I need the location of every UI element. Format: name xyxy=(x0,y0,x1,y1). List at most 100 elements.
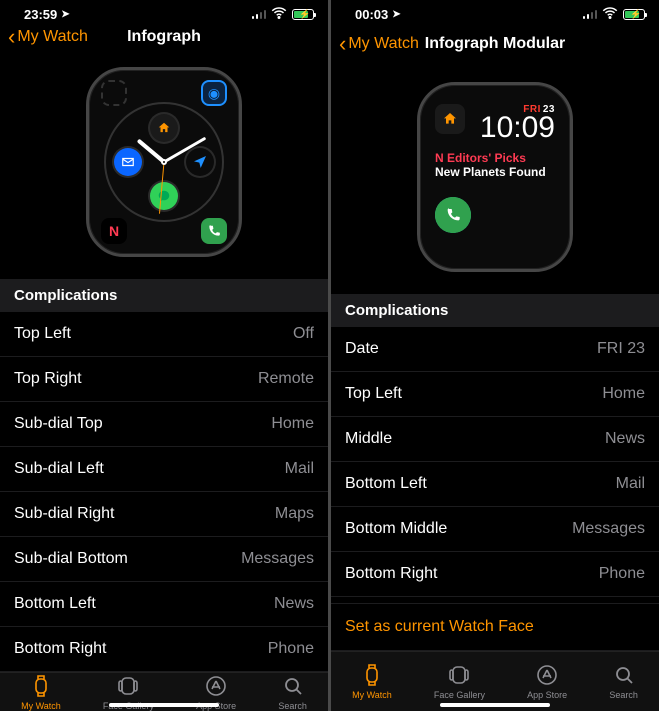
row-value: Messages xyxy=(572,520,645,538)
set-watch-face-button[interactable]: Set as current Watch Face xyxy=(331,603,659,651)
status-bar: 00:03 ➤ ⚡ xyxy=(331,0,659,24)
back-label: My Watch xyxy=(348,35,419,53)
section-header-complications: Complications xyxy=(0,279,328,312)
chevron-left-icon: ‹ xyxy=(8,26,15,48)
tab-search[interactable]: Search xyxy=(609,663,638,700)
row-label: Sub-dial Top xyxy=(14,415,103,433)
wifi-icon xyxy=(270,4,288,25)
complication-top-left-off xyxy=(101,80,127,106)
home-indicator[interactable] xyxy=(440,703,550,707)
home-icon xyxy=(435,104,465,134)
complication-row[interactable]: Middle News xyxy=(331,417,659,462)
phone-icon xyxy=(201,218,227,244)
back-button[interactable]: ‹ My Watch xyxy=(339,33,419,55)
row-label: Sub-dial Bottom xyxy=(14,550,128,568)
section-header-complications: Complications xyxy=(331,294,659,327)
complication-row[interactable]: Sub-dial Left Mail xyxy=(0,447,328,492)
search-icon xyxy=(281,674,305,698)
mail-icon xyxy=(114,148,142,176)
phone-left: 23:59 ➤ ⚡ ‹ My Watch Infograph ◉ N xyxy=(0,0,328,711)
row-label: Middle xyxy=(345,430,392,448)
maps-icon xyxy=(186,148,214,176)
status-time: 00:03 xyxy=(355,7,388,22)
complication-row[interactable]: Top Left Home xyxy=(331,372,659,417)
search-icon xyxy=(612,663,636,687)
complication-list: Top Left Off Top RightRemote Sub-dial Top Ho… xyxy=(0,312,328,672)
wifi-icon xyxy=(601,4,619,25)
complication-row[interactable]: Date FRI 23 xyxy=(331,327,659,372)
watch-case: ◉ N xyxy=(86,67,242,257)
tab-label: Search xyxy=(278,701,307,711)
row-value: Home xyxy=(602,385,645,403)
row-label: Sub-dial Left xyxy=(14,460,104,478)
tab-label: My Watch xyxy=(21,701,61,711)
location-icon: ➤ xyxy=(61,9,69,20)
tab-label: My Watch xyxy=(352,690,392,700)
watch-outline-icon xyxy=(29,674,53,698)
battery-icon: ⚡ xyxy=(292,9,314,20)
complication-row[interactable]: Sub-dial Right Maps xyxy=(0,492,328,537)
complication-row[interactable]: Bottom Middle Messages xyxy=(331,507,659,552)
complication-row[interactable]: Bottom Right Phone xyxy=(0,627,328,672)
tab-search[interactable]: Search xyxy=(278,674,307,711)
modular-face: FRI23 10:09 N Editors' Picks New Planets… xyxy=(425,92,565,262)
watch-case: FRI23 10:09 N Editors' Picks New Planets… xyxy=(417,82,573,272)
row-value: Phone xyxy=(599,565,645,583)
row-value: Maps xyxy=(275,505,314,523)
row-label: Bottom Right xyxy=(14,640,106,658)
row-label: Top Left xyxy=(14,325,71,343)
row-value: Remote xyxy=(258,370,314,388)
watch-preview: ◉ N xyxy=(0,49,328,279)
row-value: Messages xyxy=(241,550,314,568)
complication-row[interactable]: Bottom LeftNews xyxy=(0,582,328,627)
analog-dial xyxy=(104,102,224,222)
nav-bar: ‹ My Watch Infograph Modular xyxy=(331,24,659,64)
row-value: Phone xyxy=(268,640,314,658)
tab-my-watch[interactable]: My Watch xyxy=(21,674,61,711)
complication-row[interactable]: Sub-dial Top Home xyxy=(0,402,328,447)
row-value: News xyxy=(605,430,645,448)
phone-right: 00:03 ➤ ⚡ ‹ My Watch Infograph Modular xyxy=(331,0,659,711)
complication-row[interactable]: Bottom Right Phone xyxy=(331,552,659,597)
row-value: FRI 23 xyxy=(597,340,645,358)
row-value: Off xyxy=(293,325,314,343)
back-button[interactable]: ‹ My Watch xyxy=(8,26,88,48)
face-gallery-icon xyxy=(447,663,471,687)
status-bar: 23:59 ➤ ⚡ xyxy=(0,0,328,24)
battery-icon: ⚡ xyxy=(623,9,645,20)
complication-row[interactable]: Bottom LeftMail xyxy=(331,462,659,507)
cellular-icon xyxy=(252,9,267,19)
location-icon: ➤ xyxy=(392,9,400,20)
tab-app-store[interactable]: App Store xyxy=(527,663,567,700)
nav-bar: ‹ My Watch Infograph xyxy=(0,24,328,49)
tab-my-watch[interactable]: My Watch xyxy=(352,663,392,700)
cellular-icon xyxy=(583,9,598,19)
row-value: News xyxy=(274,595,314,613)
face-gallery-icon xyxy=(116,674,140,698)
complication-row[interactable]: Top Left Off xyxy=(0,312,328,357)
row-label: Bottom Right xyxy=(345,565,437,583)
tab-label: Face Gallery xyxy=(434,690,485,700)
home-indicator[interactable] xyxy=(109,703,219,707)
tab-bar: My Watch Face Gallery App Store Search xyxy=(331,651,659,711)
complication-row[interactable]: Sub-dial Bottom Messages xyxy=(0,537,328,582)
row-label: Top Left xyxy=(345,385,402,403)
app-store-icon xyxy=(204,674,228,698)
tab-face-gallery[interactable]: Face Gallery xyxy=(434,663,485,700)
app-store-icon xyxy=(535,663,559,687)
tab-label: App Store xyxy=(527,690,567,700)
phone-icon xyxy=(435,197,471,233)
complication-row[interactable]: Top RightRemote xyxy=(0,357,328,402)
row-label: Sub-dial Right xyxy=(14,505,115,523)
row-value: Mail xyxy=(285,460,314,478)
watch-outline-icon xyxy=(360,663,384,687)
tab-label: Search xyxy=(609,690,638,700)
row-value: Home xyxy=(271,415,314,433)
back-label: My Watch xyxy=(17,28,88,46)
watch-preview: FRI23 10:09 N Editors' Picks New Planets… xyxy=(331,64,659,294)
news-complication: N Editors' Picks New Planets Found xyxy=(435,151,555,179)
row-label: Date xyxy=(345,340,379,358)
messages-icon xyxy=(150,182,178,210)
news-icon: N xyxy=(101,218,127,244)
row-label: Bottom Middle xyxy=(345,520,447,538)
